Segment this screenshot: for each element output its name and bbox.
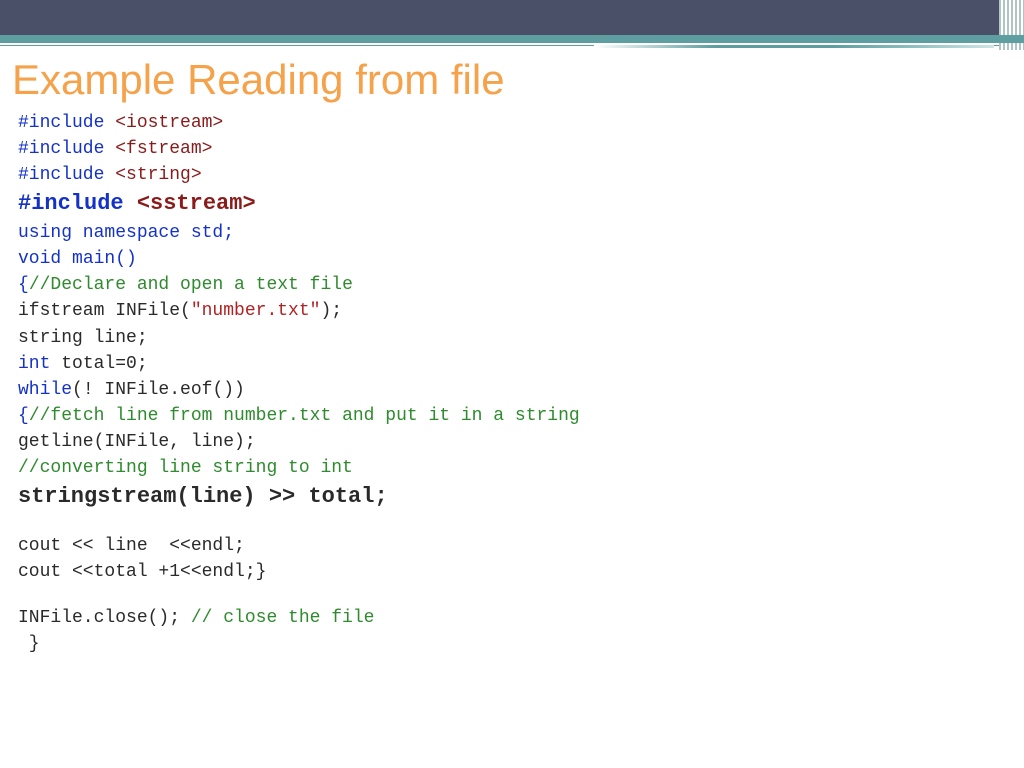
code-line: {//fetch line from number.txt and put it…: [18, 403, 1024, 429]
header-name: <iostream>: [115, 113, 223, 133]
keyword: while: [18, 380, 72, 400]
code-line: cout << line <<endl;: [18, 533, 1024, 559]
code-line: int total=0;: [18, 351, 1024, 377]
code-block: #include <iostream> #include <fstream> #…: [0, 110, 1024, 657]
accent-strip: [0, 35, 1024, 43]
code-line: INFile.close(); // close the file: [18, 605, 1024, 631]
code-line: {//Declare and open a text file: [18, 272, 1024, 298]
header-name: <sstream>: [137, 191, 256, 216]
code-line: while(! INFile.eof()): [18, 377, 1024, 403]
preproc: #include: [18, 191, 137, 216]
keyword: void: [18, 249, 72, 269]
keyword: using namespace: [18, 223, 191, 243]
preproc: #include: [18, 165, 115, 185]
code-text: INFile.close();: [18, 608, 191, 628]
code-text: (! INFile.eof()): [72, 380, 245, 400]
header-name: <fstream>: [115, 139, 212, 159]
code-text: );: [320, 301, 342, 321]
header-name: <string>: [115, 165, 201, 185]
comment: //fetch line from number.txt and put it …: [29, 406, 580, 426]
code-text: ifstream INFile(: [18, 301, 191, 321]
code-line: ifstream INFile("number.txt");: [18, 298, 1024, 324]
code-text: std;: [191, 223, 234, 243]
code-line: void main(): [18, 246, 1024, 272]
code-line: }: [18, 631, 1024, 657]
blank-line: [18, 513, 1024, 533]
code-text: main(): [72, 249, 137, 269]
code-line: #include <iostream>: [18, 110, 1024, 136]
accent-right: [594, 45, 994, 48]
code-text: total=0;: [61, 354, 147, 374]
code-line: cout <<total +1<<endl;}: [18, 559, 1024, 585]
preproc: #include: [18, 113, 115, 133]
string-literal: "number.txt": [191, 301, 321, 321]
code-line: //converting line string to int: [18, 455, 1024, 481]
preproc: #include: [18, 139, 115, 159]
code-line: using namespace std;: [18, 220, 1024, 246]
brace: {: [18, 275, 29, 295]
slide-title: Example Reading from file: [12, 56, 1024, 104]
code-line: stringstream(line) >> total;: [18, 481, 1024, 513]
comment: // close the file: [191, 608, 375, 628]
brace: {: [18, 406, 29, 426]
blank-line: [18, 585, 1024, 605]
code-line: getline(INFile, line);: [18, 429, 1024, 455]
code-line: string line;: [18, 325, 1024, 351]
header-bar: [0, 0, 1024, 35]
code-line: #include <sstream>: [18, 188, 1024, 220]
code-line: #include <fstream>: [18, 136, 1024, 162]
keyword: int: [18, 354, 61, 374]
code-line: #include <string>: [18, 162, 1024, 188]
comment: //Declare and open a text file: [29, 275, 353, 295]
